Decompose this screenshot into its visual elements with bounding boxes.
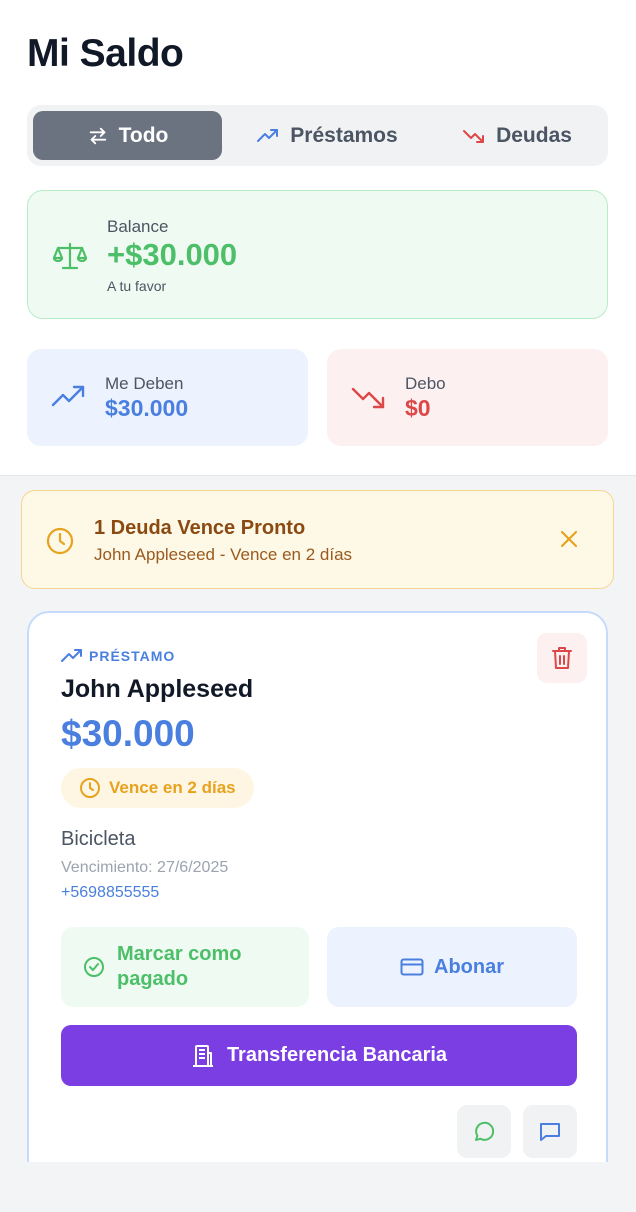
tab-loans[interactable]: Préstamos bbox=[237, 111, 417, 160]
mark-paid-button[interactable]: Marcar como pagado bbox=[61, 927, 309, 1007]
whatsapp-button[interactable] bbox=[457, 1105, 511, 1158]
delete-button[interactable] bbox=[537, 633, 587, 683]
loan-concept: Bicicleta bbox=[61, 828, 136, 850]
trending-down-icon bbox=[351, 387, 385, 409]
bottom-area bbox=[0, 1162, 636, 1212]
summary-section: Mi Saldo Todo Préstamos Deudas Balance +… bbox=[0, 0, 636, 476]
loan-type-tag: PRÉSTAMO bbox=[61, 648, 175, 664]
balance-label: Balance bbox=[107, 217, 169, 236]
debt-label: Debo bbox=[405, 374, 446, 393]
tab-loans-label: Préstamos bbox=[290, 123, 398, 147]
scale-icon bbox=[53, 242, 87, 270]
trending-down-icon bbox=[463, 129, 485, 143]
bank-icon bbox=[192, 1044, 213, 1067]
tab-all[interactable]: Todo bbox=[33, 111, 222, 160]
alert-title: 1 Deuda Vence Pronto bbox=[94, 517, 306, 539]
trending-up-icon bbox=[51, 385, 85, 407]
pay-button[interactable]: Abonar bbox=[327, 927, 577, 1007]
trending-up-icon bbox=[61, 649, 82, 662]
alert-subtitle: John Appleseed - Vence en 2 días bbox=[94, 545, 353, 564]
pay-label: Abonar bbox=[434, 955, 504, 978]
due-badge: Vence en 2 días bbox=[61, 768, 254, 808]
phone-link[interactable]: +5698855555 bbox=[61, 884, 159, 902]
page-title: Mi Saldo bbox=[27, 32, 184, 75]
due-badge-label: Vence en 2 días bbox=[109, 778, 236, 797]
person-name: John Appleseed bbox=[61, 675, 254, 703]
clock-icon bbox=[46, 527, 74, 555]
bank-transfer-label: Transferencia Bancaria bbox=[226, 1044, 448, 1066]
tab-debts-label: Deudas bbox=[496, 123, 572, 147]
whatsapp-icon bbox=[475, 1121, 495, 1141]
loan-amount: $30.000 bbox=[61, 713, 195, 754]
arrows-swap-icon bbox=[89, 127, 106, 144]
clock-icon bbox=[80, 778, 100, 798]
balance-card: Balance +$30.000 A tu favor bbox=[27, 190, 608, 319]
loan-card: PRÉSTAMO John Appleseed $30.000 Vence en… bbox=[27, 611, 608, 1212]
bank-transfer-button[interactable]: Transferencia Bancaria bbox=[61, 1025, 577, 1086]
tab-debts[interactable]: Deudas bbox=[432, 111, 602, 160]
due-date: Vencimiento: 27/6/2025 bbox=[61, 859, 229, 876]
owed-label: Me Deben bbox=[105, 374, 184, 393]
credit-card-icon bbox=[400, 958, 424, 976]
balance-subtitle: A tu favor bbox=[107, 278, 167, 294]
check-circle-icon bbox=[84, 957, 104, 977]
i-owe-card: Debo $0 bbox=[327, 349, 608, 446]
filter-tabs: Todo Préstamos Deudas bbox=[27, 105, 608, 166]
due-soon-alert: 1 Deuda Vence Pronto John Appleseed - Ve… bbox=[21, 490, 614, 589]
trending-up-icon bbox=[257, 128, 279, 142]
owed-to-me-card: Me Deben $30.000 bbox=[27, 349, 308, 446]
close-icon[interactable] bbox=[559, 529, 579, 549]
message-button[interactable] bbox=[523, 1105, 577, 1158]
loan-type-label: PRÉSTAMO bbox=[89, 648, 176, 664]
balance-value: +$30.000 bbox=[107, 237, 238, 272]
trash-icon bbox=[552, 647, 572, 669]
tab-all-label: Todo bbox=[118, 123, 169, 147]
owed-value: $30.000 bbox=[105, 395, 189, 421]
message-icon bbox=[540, 1122, 560, 1141]
mark-paid-label: Marcar como pagado bbox=[117, 943, 242, 990]
debt-value: $0 bbox=[405, 395, 431, 421]
